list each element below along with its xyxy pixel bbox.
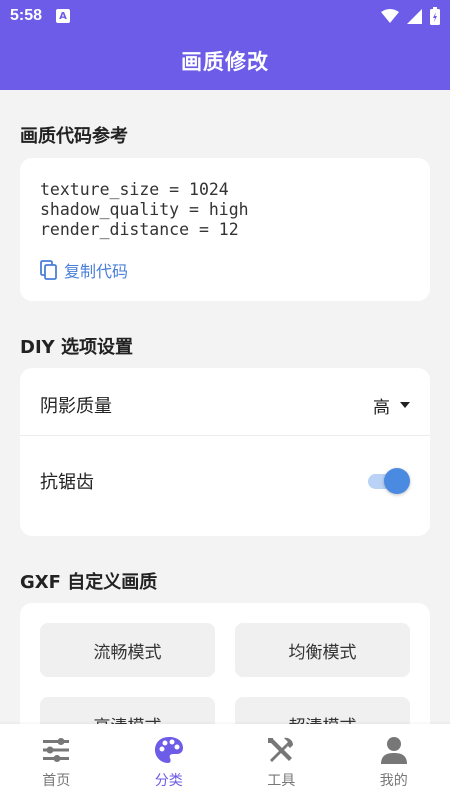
copy-icon: [40, 260, 57, 280]
diy-section-title: DIY 选项设置: [20, 337, 133, 358]
battery-icon: [430, 7, 440, 25]
gxf-section-title: GXF 自定义画质: [20, 572, 158, 593]
sliders-icon: [43, 738, 70, 762]
shadow-quality-value: 高: [373, 397, 390, 418]
nav-item-home[interactable]: 首页: [0, 724, 113, 800]
mode-button-uhd[interactable]: 超清模式: [235, 697, 410, 724]
person-icon: [380, 737, 407, 764]
cell-signal-icon: [407, 8, 422, 24]
nav-label-profile: 我的: [379, 773, 408, 789]
status-indicators: [381, 7, 440, 25]
page-title: 画质修改: [181, 50, 269, 74]
antialias-toggle[interactable]: [366, 468, 410, 494]
code-line: shadow_quality = high: [40, 200, 249, 219]
shadow-quality-select[interactable]: 高: [373, 393, 410, 418]
shadow-quality-label: 阴影质量: [40, 396, 112, 417]
toggle-thumb: [384, 468, 410, 494]
code-line: render_distance = 12: [40, 220, 239, 239]
code-card: texture_size = 1024 shadow_quality = high…: [20, 158, 430, 301]
mode-button-hd[interactable]: 高清模式: [40, 697, 215, 724]
palette-icon: [154, 737, 183, 763]
dropdown-arrow-icon: [400, 402, 410, 408]
nav-item-tools[interactable]: 工具: [225, 724, 338, 800]
nav-label-tools: 工具: [267, 773, 296, 789]
code-line: texture_size = 1024: [40, 180, 229, 199]
main-content[interactable]: 画质代码参考 texture_size = 1024 shadow_quality…: [0, 90, 450, 724]
copy-code-label: 复制代码: [64, 262, 129, 281]
shadow-quality-row: 阴影质量 高: [20, 372, 430, 438]
gxf-card: 流畅模式 均衡模式 高清模式 超清模式: [20, 603, 430, 724]
mode-button-smooth[interactable]: 流畅模式: [40, 623, 215, 677]
diy-card: 阴影质量 高 抗锯齿: [20, 368, 430, 536]
nav-label-category: 分类: [154, 773, 183, 789]
antialias-label: 抗锯齿: [40, 472, 94, 493]
wifi-icon: [381, 9, 399, 23]
mode-button-balanced[interactable]: 均衡模式: [235, 623, 410, 677]
nav-label-home: 首页: [42, 773, 71, 789]
status-time: 5:58: [10, 7, 43, 24]
code-block: texture_size = 1024 shadow_quality = high…: [40, 180, 249, 240]
status-bar: 5:58 A: [0, 0, 450, 32]
tools-icon: [268, 737, 294, 762]
bottom-nav: 首页 分类 工具 我的: [0, 724, 450, 800]
app-bar: 画质修改: [0, 32, 450, 90]
notification-badge-icon: A: [56, 9, 71, 23]
antialias-row: 抗锯齿: [20, 448, 430, 514]
copy-code-button[interactable]: 复制代码: [40, 258, 128, 282]
code-section-title: 画质代码参考: [20, 126, 128, 147]
row-divider: [20, 435, 430, 436]
nav-item-profile[interactable]: 我的: [338, 724, 450, 800]
nav-item-category[interactable]: 分类: [113, 724, 226, 800]
